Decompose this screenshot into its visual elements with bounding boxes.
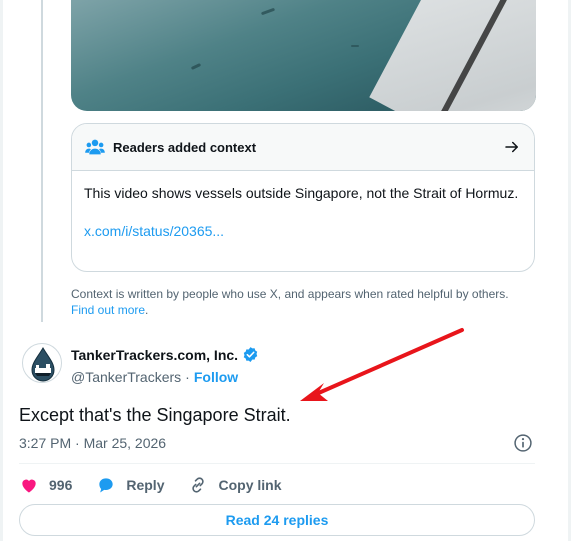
arrow-right-icon[interactable] — [503, 138, 521, 156]
like-count: 996 — [49, 477, 73, 493]
community-note-source-link[interactable]: x.com/i/status/20365... — [84, 221, 522, 241]
avatar[interactable] — [22, 343, 62, 383]
community-note-body: This video shows vessels outside Singapo… — [72, 171, 534, 241]
author-handle-row: @TankerTrackers · Follow — [71, 369, 238, 385]
community-note-title: Readers added context — [113, 139, 257, 155]
reply-label: Reply — [126, 477, 165, 493]
disclaimer-text: Context is written by people who use X, … — [71, 287, 509, 301]
author-name-row: TankerTrackers.com, Inc. — [71, 346, 259, 363]
community-note-disclaimer: Context is written by people who use X, … — [71, 286, 521, 318]
tweet-timestamp[interactable]: 3:27 PM · Mar 25, 2026 — [19, 435, 166, 451]
disclaimer-period: . — [145, 303, 149, 317]
video-media[interactable] — [71, 0, 536, 111]
vessel-mark — [190, 63, 202, 70]
find-out-more-link[interactable]: Find out more — [71, 303, 145, 317]
reply-button[interactable]: Reply — [96, 475, 164, 495]
author-handle[interactable]: @TankerTrackers — [71, 369, 181, 385]
separator-dot: · — [185, 369, 190, 385]
copy-link-button[interactable]: Copy link — [188, 475, 282, 495]
author-name[interactable]: TankerTrackers.com, Inc. — [71, 347, 238, 363]
red-annotation-arrow — [300, 328, 464, 401]
follow-button[interactable]: Follow — [194, 369, 238, 385]
tanker-drop-logo-icon — [31, 347, 55, 382]
tweet-text: Except that's the Singapore Strait. — [19, 405, 291, 425]
timeline-border-left — [0, 0, 3, 541]
community-note-card: Readers added context This video shows v… — [71, 123, 535, 272]
read-replies-button[interactable]: Read 24 replies — [19, 504, 535, 536]
community-note-text: This video shows vessels outside Singapo… — [84, 185, 519, 201]
thread-connector-line — [41, 0, 43, 322]
link-icon — [192, 477, 205, 493]
vessel-mark — [260, 7, 276, 16]
copy-link-label: Copy link — [218, 477, 282, 493]
vessel-mark — [351, 45, 359, 47]
like-button[interactable]: 996 — [19, 475, 72, 495]
reply-bubble-icon — [99, 478, 114, 493]
verified-badge-icon — [243, 347, 258, 362]
divider — [19, 463, 535, 464]
people-icon — [85, 139, 105, 155]
info-icon[interactable] — [513, 433, 533, 453]
heart-icon — [22, 479, 36, 493]
community-note-header[interactable]: Readers added context — [72, 124, 534, 171]
tweet-actions-bar: 996 Reply Copy link — [19, 474, 306, 496]
